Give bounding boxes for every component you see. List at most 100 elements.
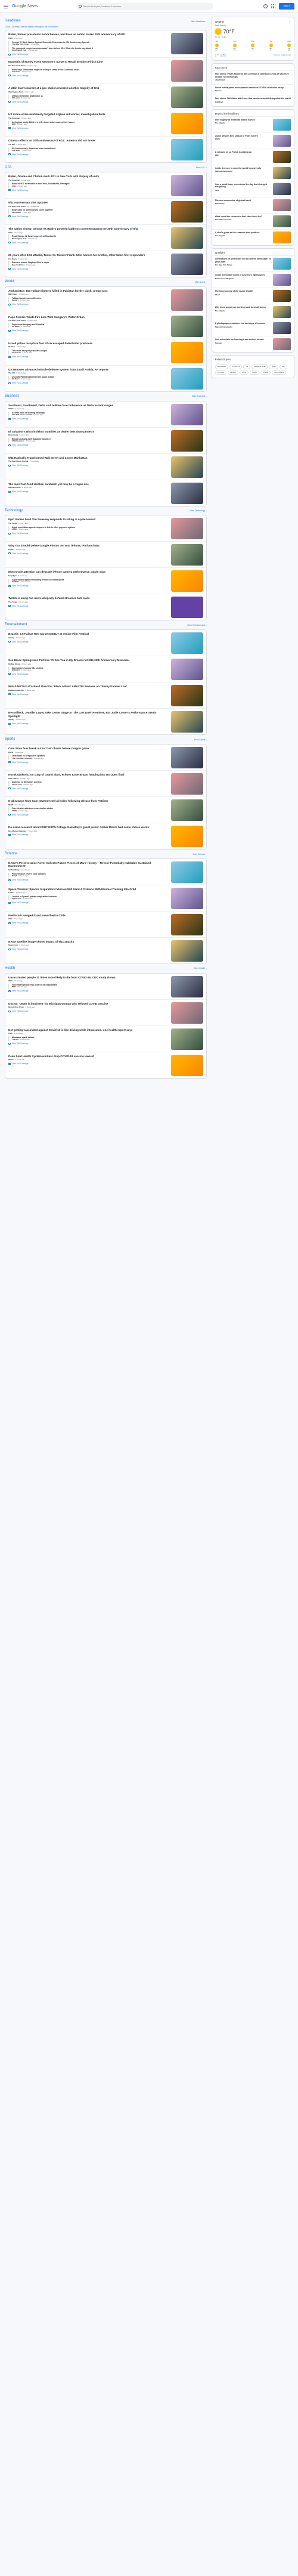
story-source[interactable]: Des Moines Register (8, 830, 26, 832)
story-source[interactable]: Blabbermouth.net (8, 689, 24, 691)
side-story-headline[interactable]: Lionel Messi's first season in Paris is … (215, 135, 271, 137)
story-headline[interactable]: Beastie: 2.5 Haikus Red Carpet DEBUT at … (8, 632, 168, 636)
story-thumbnail[interactable] (170, 87, 203, 109)
story-headline[interactable]: Not getting vaccinated against Covid-19 … (8, 1028, 168, 1032)
side-story-source[interactable]: USA TODAY (215, 79, 291, 82)
full-coverage-link[interactable]: View Full Coverage (8, 153, 168, 156)
section-title[interactable]: World (5, 280, 14, 285)
side-story-source[interactable]: The New York Times (215, 264, 271, 267)
story-headline[interactable]: Doctor: 'Death is imminent' for Michigan… (8, 1002, 168, 1006)
related-source[interactable]: Al Jazeera (12, 351, 21, 354)
weather-location[interactable]: Perth Amboy (215, 24, 291, 27)
full-coverage-link[interactable]: View Full Coverage (8, 329, 168, 332)
related-source[interactable]: CNN Business (12, 440, 24, 442)
side-story-headline[interactable]: The new economics of global travel (215, 199, 271, 202)
full-coverage-link[interactable]: View Full Coverage (8, 532, 168, 535)
full-coverage-link[interactable]: View Full Coverage (8, 990, 168, 992)
full-coverage-link[interactable]: View Full Coverage (8, 948, 168, 950)
section-title[interactable]: Technology (5, 509, 23, 514)
full-coverage-label[interactable]: View Full Coverage (12, 833, 29, 836)
full-coverage-link[interactable]: View Full Coverage (8, 75, 168, 77)
full-coverage-label[interactable]: View Full Coverage (12, 787, 29, 790)
story-headline[interactable]: Israeli police recapture four of six esc… (8, 342, 168, 345)
full-coverage-label[interactable]: View Full Coverage (12, 693, 29, 696)
story-source[interactable]: Space.com (8, 944, 18, 946)
story-source[interactable]: Variety (8, 718, 14, 721)
story-headline[interactable]: Why You Should Delete Google Photos On Y… (8, 544, 168, 548)
story-headline[interactable]: US drone strike mistakenly targeted Afgh… (8, 113, 168, 116)
story-source[interactable]: CNN (8, 37, 13, 39)
story-thumbnail[interactable] (170, 341, 203, 363)
full-coverage-link[interactable]: View Full Coverage (8, 268, 168, 270)
story-headline[interactable]: Ben Affleck, Jennifer Lopez Take Center … (8, 711, 168, 718)
story-source[interactable]: BBC News (8, 293, 17, 295)
related-source[interactable]: The New York Times (12, 43, 29, 45)
related-source[interactable]: ESPN (12, 810, 17, 812)
related-source[interactable]: Washington Post (12, 49, 26, 51)
story-thumbnail[interactable] (170, 1002, 203, 1024)
full-coverage-label[interactable]: View Full Coverage (12, 673, 29, 675)
story-thumbnail[interactable] (170, 570, 203, 592)
related-story[interactable]: Two more escaped prisoners caught Al Jaze… (8, 350, 168, 355)
section-title[interactable]: Entertainment (5, 623, 27, 628)
full-coverage-link[interactable]: View Full Coverage (8, 356, 168, 358)
story-headline[interactable]: The nation I knew: George W. Bush's powe… (8, 227, 168, 231)
related-story[interactable]: Runners retrace Stephen Siller's steps Ne… (8, 261, 168, 267)
full-coverage-link[interactable]: View Full Coverage (8, 761, 168, 764)
related-story[interactable]: Perseverance rover's rock samples NASA · … (8, 872, 168, 878)
story-thumbnail[interactable] (170, 825, 203, 847)
story-headline[interactable]: Do-some-research about ISU? ESPN College… (8, 826, 168, 829)
related-story[interactable]: Bush calls on Americans to come together… (8, 209, 168, 214)
story-headline[interactable]: The most fast-food chicken sandwich yet … (8, 483, 168, 486)
story-headline[interactable]: Epic Games head Tim Sweeney responds to … (8, 518, 168, 521)
story-source[interactable]: CNN (8, 980, 13, 982)
story-thumbnail[interactable] (170, 544, 203, 566)
related-story[interactable]: Mandates spark debate The Hill · 6 hours … (8, 1036, 168, 1042)
related-story[interactable]: Apple warns against mounting iPhone on m… (8, 578, 168, 583)
full-coverage-label[interactable]: View Full Coverage (12, 1042, 29, 1045)
story-thumbnail[interactable] (170, 1028, 203, 1050)
story-thumbnail[interactable] (170, 659, 203, 681)
full-coverage-link[interactable]: View Full Coverage (8, 552, 168, 555)
full-coverage-label[interactable]: View Full Coverage (12, 303, 29, 305)
full-coverage-label[interactable]: View Full Coverage (12, 53, 29, 55)
story-thumbnail[interactable] (170, 799, 203, 821)
story-source[interactable]: WXYZ (8, 1058, 14, 1061)
full-coverage-label[interactable]: View Full Coverage (12, 641, 29, 643)
related-story[interactable]: Taliban launch mass offensive Reuters · 4… (8, 297, 168, 302)
section-title[interactable]: Headlines (5, 19, 21, 24)
story-headline[interactable]: See Bruce Springsteen Perform 'I'll See … (8, 659, 168, 662)
story-source[interactable]: CNN (8, 918, 13, 920)
full-coverage-link[interactable]: View Full Coverage (8, 787, 168, 790)
full-coverage-label[interactable]: View Full Coverage (12, 382, 29, 384)
full-coverage-label[interactable]: View Full Coverage (12, 990, 29, 992)
related-story[interactable]: Utahns remember September 11 KSL.com · 5 … (8, 94, 168, 100)
side-story-source[interactable]: Reuters (215, 90, 291, 92)
story-source[interactable]: The Verge (8, 522, 17, 524)
full-coverage-label[interactable]: View Full Coverage (12, 1010, 29, 1012)
story-source[interactable]: The New York Times (8, 64, 26, 67)
full-coverage-label[interactable]: View Full Coverage (12, 101, 29, 103)
side-story-thumbnail[interactable] (273, 167, 291, 180)
full-coverage-label[interactable]: View Full Coverage (12, 552, 29, 555)
related-source[interactable]: Fox News (12, 70, 20, 73)
story-thumbnail[interactable] (170, 913, 203, 935)
side-story-thumbnail[interactable] (273, 183, 291, 196)
story-source[interactable]: CNN Business (8, 486, 21, 489)
full-coverage-link[interactable]: View Full Coverage (8, 673, 168, 675)
story-source[interactable]: Forbes (8, 891, 14, 894)
story-headline[interactable]: NASA's Perseverance Rover Collects Puzzl… (8, 861, 168, 868)
full-coverage-label[interactable]: View Full Coverage (12, 268, 29, 270)
related-story[interactable]: Biden at 9/11 memorials in New York, Sha… (8, 183, 168, 188)
side-story-thumbnail[interactable] (273, 258, 291, 270)
related-source[interactable]: Fox News (12, 149, 20, 152)
story-headline[interactable]: Southeast, Southwest, Delta and JetBlue … (8, 404, 168, 407)
search-input[interactable] (83, 5, 211, 8)
side-story-headline[interactable]: The long journey of the space shuttle (215, 290, 271, 292)
side-story-headline[interactable]: How scientists are learning from ancient… (215, 338, 271, 341)
side-story-thumbnail[interactable] (273, 274, 291, 286)
topic-chip[interactable]: California recall (252, 364, 268, 369)
story-thumbnail[interactable] (170, 456, 203, 478)
related-story[interactable]: George W. Bush Warns Against Domestic Ex… (8, 41, 168, 46)
side-story-thumbnail[interactable] (273, 151, 291, 163)
